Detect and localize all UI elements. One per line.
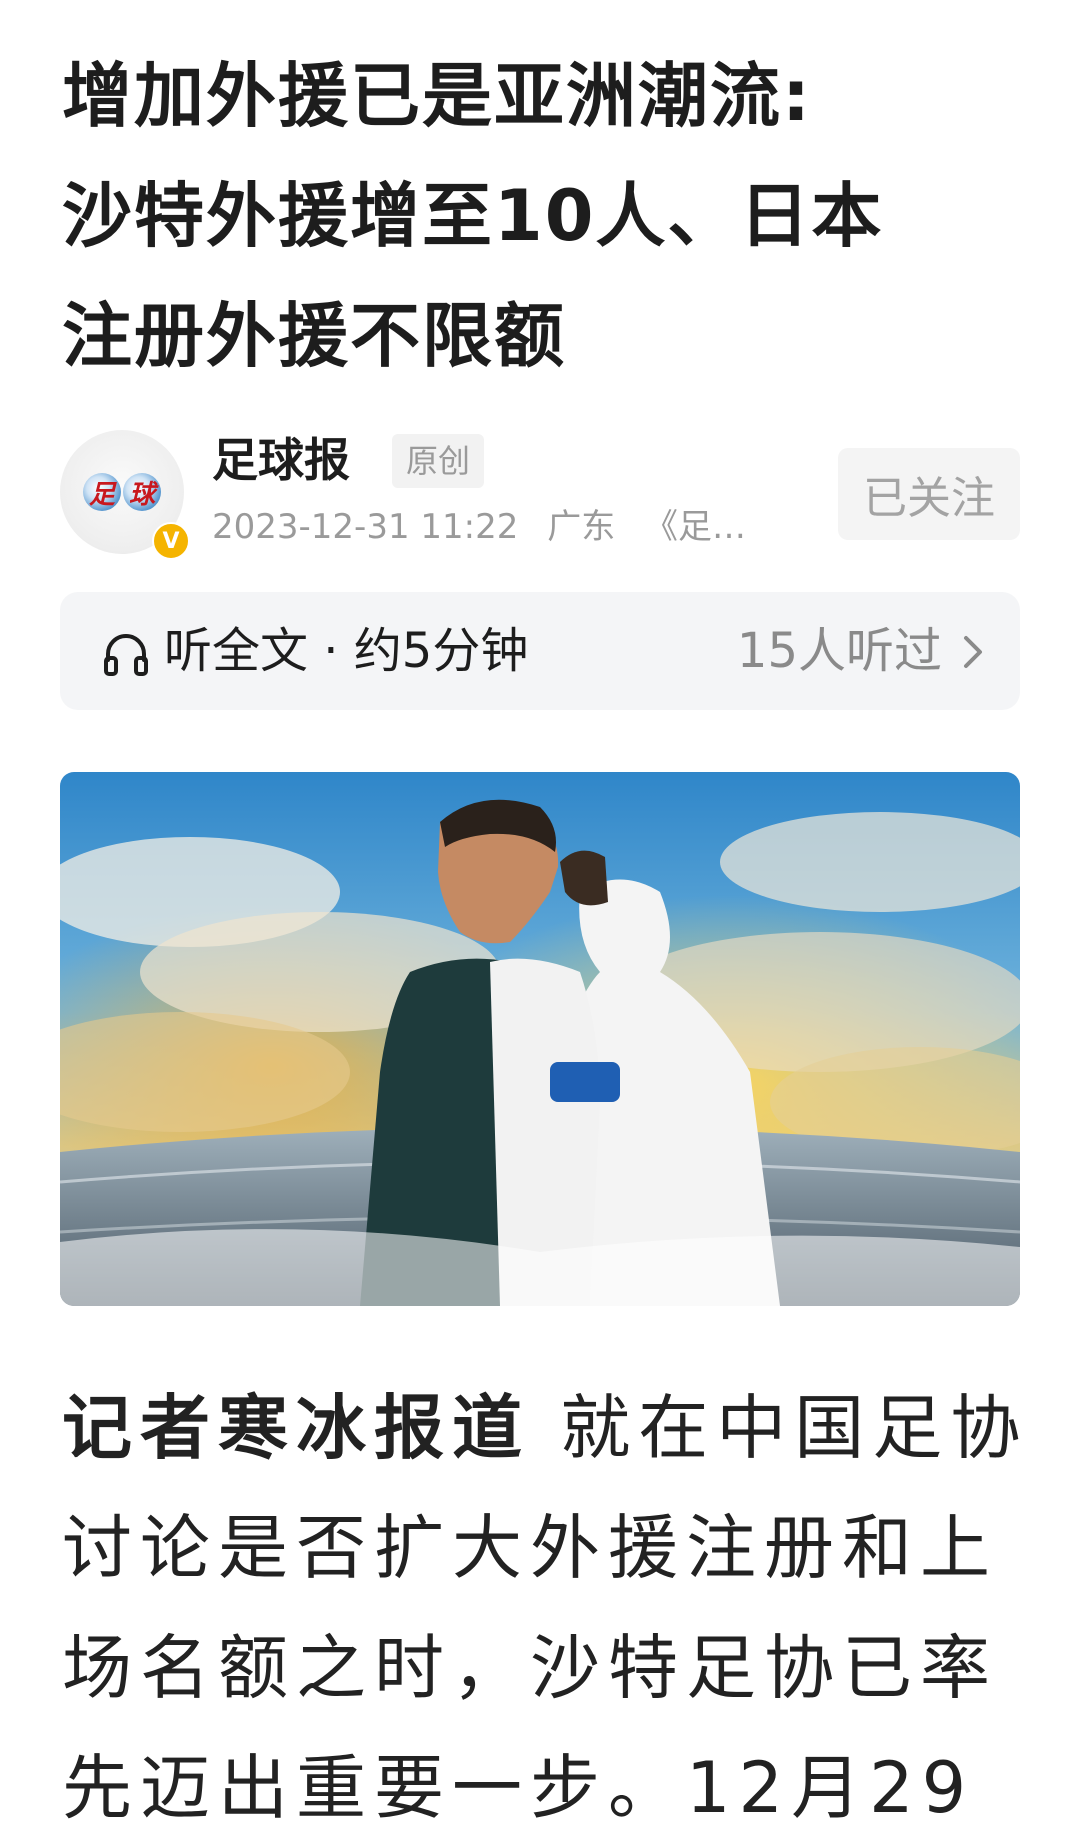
avatar-logo-char-1: 足 [83, 473, 121, 511]
body-line-4: 先迈出重要一步。12月29 [62, 1747, 975, 1829]
body-line-3: 场名额之时，沙特足协已率 [62, 1627, 998, 1709]
chevron-right-icon [964, 636, 982, 668]
follow-button[interactable]: 已关注 [838, 448, 1020, 540]
title-line-3: 注册外援不限额 [62, 295, 566, 377]
title-line-2: 沙特外援增至10人、日本 [62, 175, 884, 257]
article-body: 记者寒冰报道 就在中国足协 讨论是否扩大外援注册和上 场名额之时，沙特足协已率 … [62, 1368, 1022, 1848]
listen-full-text-bar[interactable]: 听全文 · 约5分钟 15人听过 [60, 592, 1020, 710]
avatar[interactable]: 足 球 V [60, 430, 190, 560]
body-line-1-rest: 就在中国足协 [530, 1387, 1029, 1469]
article-source: 《足… [644, 507, 747, 547]
body-line-2: 讨论是否扩大外援注册和上 [62, 1507, 998, 1589]
article-hero-image[interactable] [60, 772, 1020, 1306]
article-title: 增加外援已是亚洲潮流: 沙特外援增至10人、日本 注册外援不限额 [62, 36, 1022, 396]
reporter-lead: 记者寒冰报道 [62, 1387, 530, 1469]
headphone-icon [104, 634, 148, 676]
verified-badge-icon: V [152, 522, 190, 560]
article-meta: 2023-12-31 11:22 广东 《足… [212, 502, 772, 552]
author-name[interactable]: 足球报 [212, 430, 350, 490]
avatar-logo-char-2: 球 [123, 473, 161, 511]
publish-location: 广东 [547, 507, 616, 547]
publish-datetime: 2023-12-31 11:22 [212, 507, 519, 547]
title-line-1: 增加外援已是亚洲潮流: [62, 55, 812, 137]
original-tag: 原创 [392, 434, 485, 488]
author-row: 足 球 V 足球报 原创 2023-12-31 11:22 广东 《足… 已关注 [60, 430, 1020, 560]
avatar-logo: 足 球 [82, 473, 162, 511]
listen-count: 15人听过 [736, 623, 942, 679]
body-line-1: 记者寒冰报道 就在中国足协 [62, 1368, 1022, 1488]
listen-label: 听全文 · 约5分钟 [164, 623, 529, 679]
